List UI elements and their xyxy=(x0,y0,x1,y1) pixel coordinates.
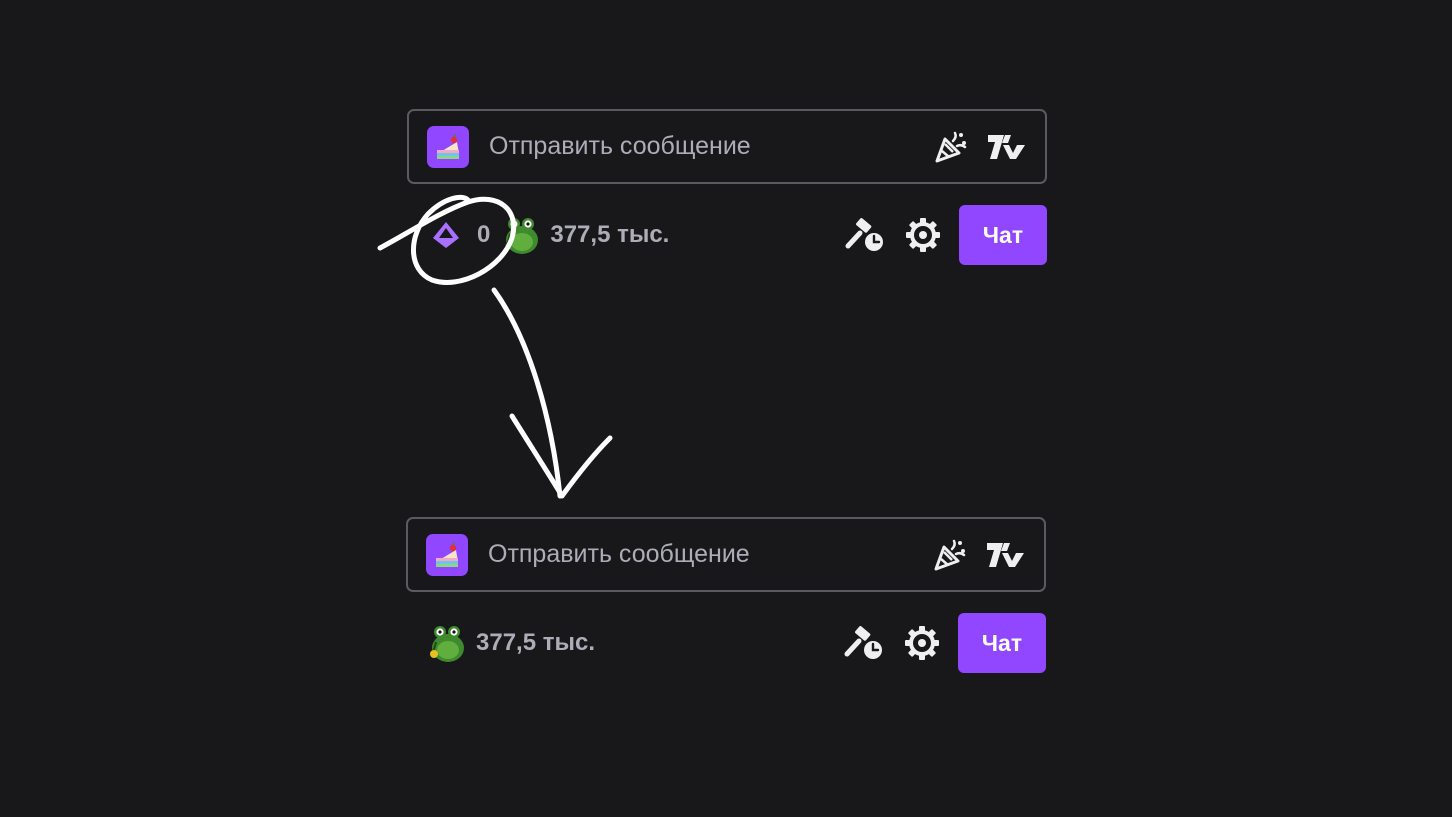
chat-send-button[interactable]: Чат xyxy=(958,613,1046,673)
message-placeholder[interactable]: Отправить сообщение xyxy=(488,540,914,569)
message-placeholder[interactable]: Отправить сообщение xyxy=(489,132,915,161)
cake-badge-icon[interactable] xyxy=(426,533,468,576)
chat-input[interactable]: Отправить сообщение xyxy=(407,109,1047,184)
7tv-logo-icon[interactable] xyxy=(986,535,1026,575)
frog-emote-icon xyxy=(505,218,539,254)
bits-diamond-icon xyxy=(431,220,461,250)
bits-balance[interactable]: 0 xyxy=(407,220,490,250)
gear-icon[interactable] xyxy=(900,621,944,665)
chat-actions-bar: 377,5 тыс. Чат xyxy=(406,613,1046,673)
channel-points-balance[interactable]: 377,5 тыс. xyxy=(490,214,669,256)
party-popper-icon[interactable] xyxy=(930,535,970,575)
frog-emote-icon xyxy=(430,626,464,662)
gavel-clock-icon[interactable] xyxy=(843,213,887,257)
annotation-arrow-head xyxy=(509,413,613,499)
party-popper-icon[interactable] xyxy=(931,127,971,167)
7tv-logo-icon[interactable] xyxy=(987,127,1027,167)
gavel-clock-icon[interactable] xyxy=(842,621,886,665)
channel-points-balance[interactable]: 377,5 тыс. xyxy=(406,622,595,664)
channel-points-value: 377,5 тыс. xyxy=(476,629,595,656)
bits-value: 0 xyxy=(477,221,491,248)
chat-send-button[interactable]: Чат xyxy=(959,205,1047,265)
chat-panel-before: Отправить сообщение 0 377,5 тыс. Чат xyxy=(407,109,1047,265)
annotation-arrow-shaft xyxy=(491,287,563,499)
cake-badge-icon[interactable] xyxy=(427,125,469,168)
chat-panel-after: Отправить сообщение 377,5 тыс. Чат xyxy=(406,517,1046,673)
gear-icon[interactable] xyxy=(901,213,945,257)
chat-input[interactable]: Отправить сообщение xyxy=(406,517,1046,592)
chat-actions-bar: 0 377,5 тыс. Чат xyxy=(407,205,1047,265)
channel-points-value: 377,5 тыс. xyxy=(550,221,670,248)
